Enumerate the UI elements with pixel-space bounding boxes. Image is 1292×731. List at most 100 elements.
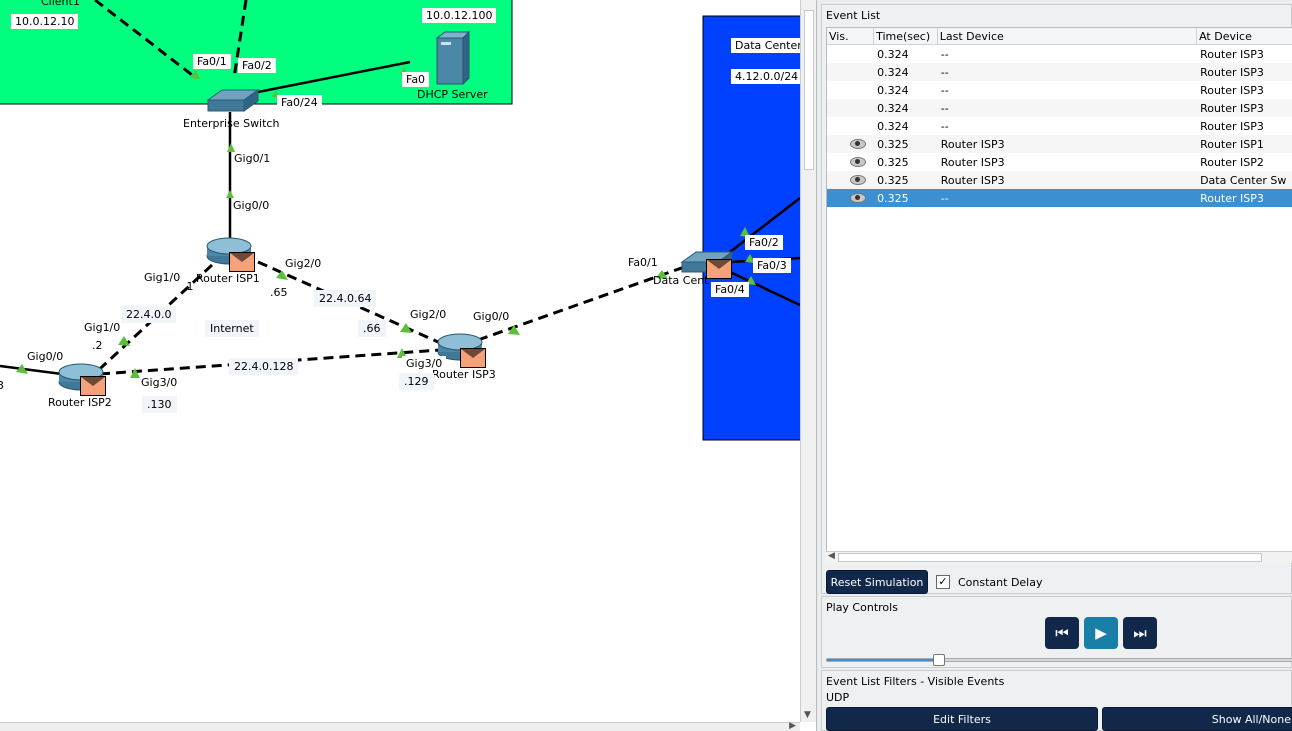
eye-icon[interactable] <box>850 192 866 203</box>
pdu-envelope-icon[interactable] <box>706 259 732 279</box>
cell-vis[interactable] <box>827 138 874 151</box>
port-fa0-2-dc-label: Fa0/2 <box>745 235 783 250</box>
reset-simulation-button[interactable]: Reset Simulation <box>826 570 928 594</box>
table-horizontal-scrollbar[interactable]: ◀ <box>826 551 1292 563</box>
port-gig2-0-label: Gig2/0 <box>281 256 326 271</box>
canvas-vertical-scrollbar[interactable]: ▼ <box>800 0 816 722</box>
cell-last-device: Router ISP3 <box>940 137 1005 151</box>
cell-time: 0.324 <box>877 119 909 133</box>
enterprise-switch-label: Enterprise Switch <box>183 117 280 130</box>
table-scroll-thumb[interactable] <box>838 553 1262 562</box>
port-fa0-24-label: Fa0/24 <box>277 95 322 110</box>
table-row[interactable]: 0.324 -- Router ISP3 <box>827 117 1292 135</box>
cell-time: 0.324 <box>877 83 909 97</box>
port-fa0-1-label: Fa0/1 <box>193 54 231 69</box>
port-gig3-0-isp2-label: Gig3/0 <box>141 376 178 389</box>
pdu-envelope-icon[interactable] <box>229 252 255 272</box>
server-ip-label: 10.0.12.100 <box>422 8 497 23</box>
topology-canvas[interactable]: Client1 10.0.12.10 10.0.12.100 Fa0/1 Fa0… <box>0 0 800 722</box>
port-gig0-0-isp2-label: Gig0/0 <box>27 350 64 363</box>
event-list-table[interactable]: Vis. Time(sec) Last Device At Device 0.3… <box>826 27 1292 561</box>
data-center-switch-label: Data Cent <box>653 274 709 287</box>
port-gig2-0-isp3-label: Gig2/0 <box>410 308 447 321</box>
slider-fill <box>827 659 940 661</box>
eye-icon[interactable] <box>850 156 866 167</box>
play-speed-slider[interactable] <box>826 654 1292 666</box>
table-row[interactable]: 0.325 Router ISP3 Data Center Sw <box>827 171 1292 189</box>
table-row[interactable]: 0.325 Router ISP3 Router ISP2 <box>827 153 1292 171</box>
cell-last-device: Router ISP3 <box>940 155 1005 169</box>
constant-delay-label: Constant Delay <box>958 576 1043 589</box>
port-fa0-label: Fa0 <box>402 72 430 87</box>
cell-at-device: Router ISP3 <box>1200 101 1264 115</box>
port-gig0-0-label: Gig0/0 <box>233 199 270 212</box>
eye-icon[interactable] <box>850 174 866 185</box>
cell-time: 0.324 <box>877 101 909 115</box>
port-gig1-0-label: Gig1/0 <box>144 271 181 284</box>
port-fa0-4-dc-label: Fa0/4 <box>711 282 749 297</box>
table-row[interactable]: 0.325 Router ISP3 Router ISP1 <box>827 135 1292 153</box>
table-row[interactable]: 0.325 -- Router ISP3 <box>827 189 1292 207</box>
table-row[interactable]: 0.324 -- Router ISP3 <box>827 63 1292 81</box>
column-last-device[interactable]: Last Device <box>938 28 1198 44</box>
dhcp-server-icon <box>435 30 471 86</box>
scroll-left-icon[interactable]: ◀ <box>828 551 835 561</box>
addr-dot130-label: .130 <box>142 396 177 413</box>
cell-time: 0.324 <box>877 47 909 61</box>
client-ip-label: 10.0.12.10 <box>11 14 79 29</box>
port-gig0-1-label: Gig0/1 <box>234 152 271 165</box>
table-row[interactable]: 0.324 -- Router ISP3 <box>827 81 1292 99</box>
cell-vis[interactable] <box>827 192 874 205</box>
column-at-device[interactable]: At Device <box>1197 28 1292 44</box>
slider-thumb[interactable] <box>933 654 946 666</box>
step-back-button[interactable]: ⏮ <box>1045 617 1079 649</box>
table-row[interactable]: 0.324 -- Router ISP3 <box>827 45 1292 63</box>
truncated-left-label: 3 <box>0 379 4 392</box>
cell-last-device: -- <box>940 191 949 205</box>
table-body: 0.324 -- Router ISP3 0.324 -- Router ISP3 0.32… <box>827 45 1292 207</box>
table-header: Vis. Time(sec) Last Device At Device <box>827 28 1292 45</box>
cell-at-device: Data Center Sw <box>1200 173 1287 187</box>
cell-vis[interactable] <box>827 174 874 187</box>
edit-filters-button[interactable]: Edit Filters <box>826 707 1098 731</box>
cell-time: 0.325 <box>877 155 909 169</box>
cell-at-device: Router ISP2 <box>1200 155 1264 169</box>
data-center-subnet-label: 4.12.0.0/24 <box>731 69 800 84</box>
canvas-horizontal-scrollbar[interactable]: ▶ <box>0 721 800 731</box>
subnet-22-4-0-128-label: 22.4.0.128 <box>229 358 299 375</box>
table-row[interactable]: 0.324 -- Router ISP3 <box>827 99 1292 117</box>
addr-dot66-label: .66 <box>358 320 386 337</box>
event-list-section: Event List Vis. Time(sec) Last Device At… <box>821 4 1292 594</box>
skip-back-icon: ⏮ <box>1055 624 1069 642</box>
cell-last-device: -- <box>940 47 949 61</box>
constant-delay-checkbox[interactable]: ✓ <box>936 575 950 589</box>
play-controls-title: Play Controls <box>826 601 898 614</box>
internet-label: Internet <box>205 320 259 337</box>
play-controls-section: Play Controls ⏮ ▶ ⏭ <box>821 596 1292 668</box>
check-mark-icon: ✓ <box>938 575 948 588</box>
cell-at-device: Router ISP3 <box>1200 65 1264 79</box>
port-fa0-2-label: Fa0/2 <box>238 58 276 73</box>
router-isp2-label: Router ISP2 <box>48 396 112 409</box>
pdu-envelope-icon[interactable] <box>460 348 486 368</box>
scroll-right-icon[interactable]: ▶ <box>789 721 796 731</box>
port-gig0-0-isp3-label: Gig0/0 <box>473 310 510 323</box>
router-isp3-label: Router ISP3 <box>432 368 496 381</box>
port-gig1-0-isp2-label: Gig1/0 <box>84 321 121 334</box>
step-forward-button[interactable]: ⏭ <box>1123 617 1157 649</box>
scroll-thumb[interactable] <box>804 10 814 170</box>
addr-dot1-label: .1 <box>183 280 194 293</box>
addr-dot65-label: .65 <box>270 286 288 299</box>
eye-icon[interactable] <box>850 138 866 149</box>
pdu-envelope-icon[interactable] <box>80 376 106 396</box>
column-time[interactable]: Time(sec) <box>874 28 938 44</box>
addr-dot2-label: .2 <box>92 339 103 352</box>
cell-vis[interactable] <box>827 156 874 169</box>
cell-time: 0.325 <box>877 173 909 187</box>
scroll-down-icon[interactable]: ▼ <box>804 710 811 720</box>
play-button[interactable]: ▶ <box>1084 617 1118 649</box>
show-all-none-button[interactable]: Show All/None <box>1102 707 1292 731</box>
skip-forward-icon: ⏭ <box>1133 624 1147 642</box>
play-icon: ▶ <box>1095 624 1107 642</box>
column-vis[interactable]: Vis. <box>827 28 875 44</box>
